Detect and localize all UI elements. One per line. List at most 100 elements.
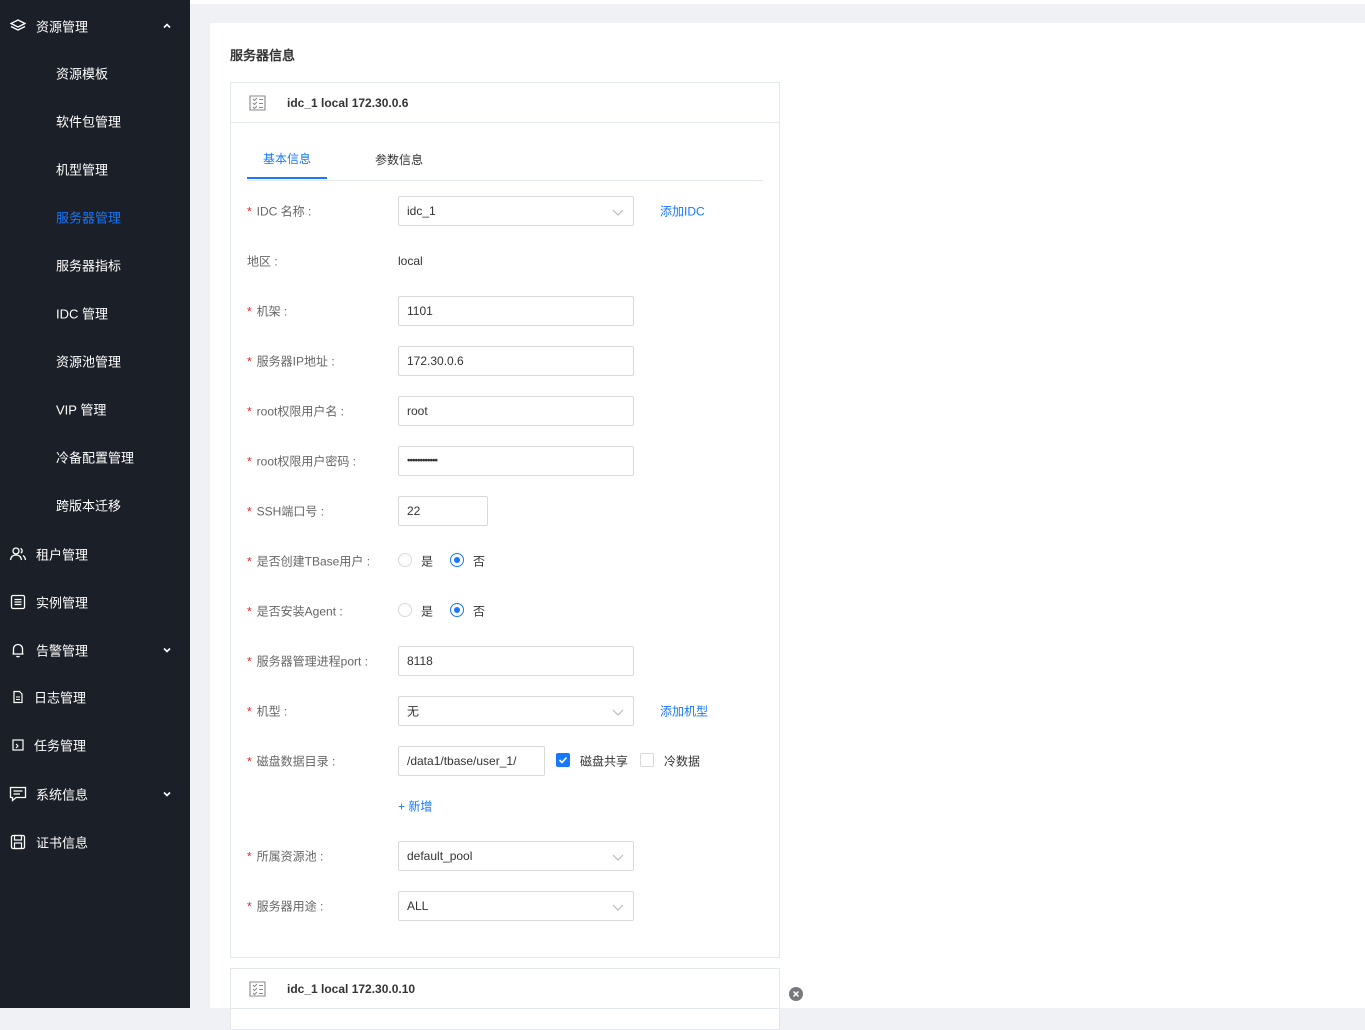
server-list-icon <box>248 94 268 112</box>
sidebar-menu-label: 实例管理 <box>36 595 89 611</box>
install-agent-yes-label: 是 <box>421 604 434 619</box>
sidebar-item-server[interactable]: 服务器管理 <box>0 193 190 241</box>
rack-label: * 机架 : <box>247 304 288 319</box>
ssh-port-input-value: 22 <box>407 504 421 518</box>
form-row-usage: * 服务器用途 : ALL <box>247 891 763 921</box>
pool-select[interactable]: default_pool <box>398 841 634 871</box>
disk-label: * 磁盘数据目录 : <box>247 754 336 769</box>
sidebar-menu-label: 租户管理 <box>36 547 89 563</box>
save-icon <box>9 833 27 851</box>
sidebar-item-pool[interactable]: 资源池管理 <box>0 337 190 385</box>
sidebar-item-model[interactable]: 机型管理 <box>0 145 190 193</box>
tab-param-info[interactable]: 参数信息 <box>359 140 439 179</box>
create-user-label: * 是否创建TBase用户 : <box>247 554 371 569</box>
sidebar-item-server-metrics[interactable]: 服务器指标 <box>0 241 190 289</box>
chevron-down-icon <box>160 643 174 657</box>
root-user-input[interactable]: root <box>398 396 634 426</box>
sidebar-menu-resource[interactable]: 资源管理 <box>0 2 190 50</box>
top-strip <box>190 0 1365 4</box>
disk-shared-label: 磁盘共享 <box>580 754 629 769</box>
form-row-root-password: * root权限用户密码 : •••••••••••• <box>247 446 763 476</box>
disk-shared-checkbox[interactable] <box>556 753 570 767</box>
form-row-idc: * IDC 名称 : idc_1 添加IDC <box>247 196 763 226</box>
sidebar-item-label: 资源池管理 <box>56 354 122 370</box>
sidebar-menu-tenant[interactable]: 租户管理 <box>0 530 190 578</box>
region-label: 地区 : <box>247 254 278 269</box>
mgr-port-label: * 服务器管理进程port : <box>247 654 369 669</box>
sidebar-item-cold-backup[interactable]: 冷备配置管理 <box>0 433 190 481</box>
sidebar-menu-cert[interactable]: 证书信息 <box>0 818 190 866</box>
sidebar-menu-task[interactable]: 任务管理 <box>0 721 190 769</box>
install-agent-label: * 是否安装Agent : <box>247 604 343 619</box>
rack-input[interactable]: 1101 <box>398 296 634 326</box>
message-icon <box>9 785 27 803</box>
idc-select[interactable]: idc_1 <box>398 196 634 226</box>
cold-data-label: 冷数据 <box>664 754 701 769</box>
ip-label: * 服务器IP地址 : <box>247 354 335 369</box>
cold-data-checkbox[interactable] <box>640 753 654 767</box>
form-row-root-user: * root权限用户名 : root <box>247 396 763 426</box>
create-user-yes-radio[interactable] <box>398 553 412 567</box>
sidebar-menu-label: 日志管理 <box>34 690 87 706</box>
server-card-header: idc_1 local 172.30.0.6 <box>231 83 779 123</box>
disk-input[interactable]: /data1/tbase/user_1/ <box>398 746 545 776</box>
sidebar-item-package[interactable]: 软件包管理 <box>0 97 190 145</box>
remove-server-button[interactable] <box>789 987 803 1001</box>
form-row-create-user: * 是否创建TBase用户 : 是 否 <box>247 546 763 576</box>
install-agent-no-radio[interactable] <box>450 603 464 617</box>
form-row-region: 地区 : local <box>247 246 763 276</box>
main-content: 服务器信息 idc_1 local 172.30.0.6 基本信息 参数信息 *… <box>210 23 1365 1030</box>
chevron-up-icon <box>160 19 174 33</box>
create-user-no-label: 否 <box>473 554 486 569</box>
idc-select-value: idc_1 <box>407 204 436 218</box>
sidebar-item-label: 机型管理 <box>56 162 109 178</box>
model-label: * 机型 : <box>247 704 288 719</box>
root-password-input-value: •••••••••••• <box>407 455 438 467</box>
tabs: 基本信息 参数信息 <box>247 140 763 181</box>
root-user-input-value: root <box>407 404 428 418</box>
sidebar-item-migration[interactable]: 跨版本迁移 <box>0 481 190 529</box>
ssh-port-input[interactable]: 22 <box>398 496 488 526</box>
install-agent-yes-radio[interactable] <box>398 603 412 617</box>
section-title: 服务器信息 <box>230 48 296 63</box>
rack-input-value: 1101 <box>407 304 433 318</box>
mgr-port-input-value: 8118 <box>407 654 433 668</box>
sidebar-menu-log[interactable]: 日志管理 <box>0 673 190 721</box>
ip-input[interactable]: 172.30.0.6 <box>398 346 634 376</box>
sidebar-menu-alarm[interactable]: 告警管理 <box>0 626 190 674</box>
chevron-down-icon <box>612 706 624 716</box>
ip-input-value: 172.30.0.6 <box>407 354 464 368</box>
add-idc-link[interactable]: 添加IDC <box>660 203 705 220</box>
create-user-no-radio[interactable] <box>450 553 464 567</box>
sidebar-menu-label: 资源管理 <box>36 19 89 35</box>
sidebar-item-idc[interactable]: IDC 管理 <box>0 289 190 337</box>
server-card-2: idc_1 local 172.30.0.10 <box>230 968 780 1030</box>
sidebar-menu-system[interactable]: 系统信息 <box>0 770 190 818</box>
sidebar-item-label: IDC 管理 <box>56 306 109 322</box>
form-row-ip: * 服务器IP地址 : 172.30.0.6 <box>247 346 763 376</box>
server-card-2-title: idc_1 local 172.30.0.10 <box>287 982 416 996</box>
create-user-yes-label: 是 <box>421 554 434 569</box>
root-password-label: * root权限用户密码 : <box>247 454 357 469</box>
form-row-ssh-port: * SSH端口号 : 22 <box>247 496 763 526</box>
mgr-port-input[interactable]: 8118 <box>398 646 634 676</box>
usage-select[interactable]: ALL <box>398 891 634 921</box>
region-value: local <box>398 254 423 268</box>
add-new-disk-link[interactable]: + 新增 <box>398 798 432 815</box>
root-user-label: * root权限用户名 : <box>247 404 345 419</box>
chevron-down-icon <box>160 787 174 801</box>
root-password-input[interactable]: •••••••••••• <box>398 446 634 476</box>
file-icon <box>9 688 27 706</box>
tab-basic-info[interactable]: 基本信息 <box>247 140 327 179</box>
sidebar-item-resource-template[interactable]: 资源模板 <box>0 49 190 97</box>
add-model-link[interactable]: 添加机型 <box>660 703 708 720</box>
layers-icon <box>9 17 27 35</box>
sidebar-item-vip[interactable]: VIP 管理 <box>0 385 190 433</box>
task-icon <box>9 736 27 754</box>
usage-label: * 服务器用途 : <box>247 899 324 914</box>
sidebar-menu-instance[interactable]: 实例管理 <box>0 578 190 626</box>
chevron-down-icon <box>612 901 624 911</box>
model-select[interactable]: 无 <box>398 696 634 726</box>
sidebar-item-label: 跨版本迁移 <box>56 498 122 514</box>
server-card-2-header: idc_1 local 172.30.0.10 <box>231 969 779 1009</box>
